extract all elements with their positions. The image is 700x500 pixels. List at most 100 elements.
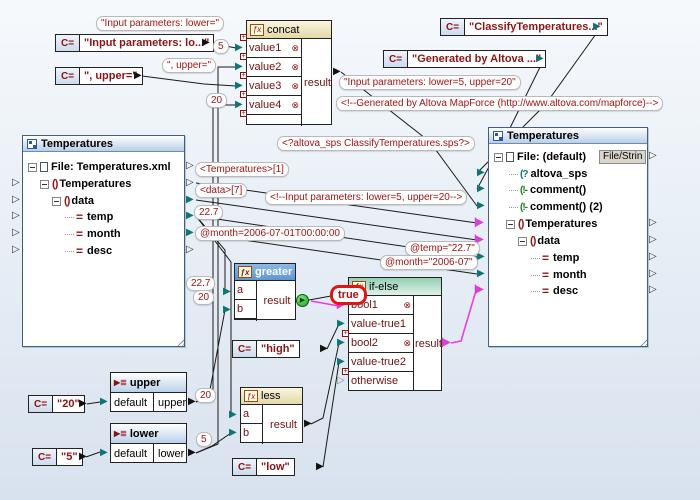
output-connector[interactable]: [649, 269, 657, 279]
output-connector-temp[interactable]: [186, 211, 194, 221]
input-connector-temperatures[interactable]: [474, 218, 483, 228]
input-connector-a[interactable]: [229, 410, 237, 420]
function-input-row[interactable]: b: [241, 424, 262, 443]
constant-comma-upper[interactable]: C= ", upper=": [55, 67, 143, 85]
function-input-row[interactable]: value-true2: [349, 353, 413, 372]
output-connector-temperatures[interactable]: [186, 178, 194, 188]
tree-row-desc[interactable]: desc: [531, 283, 578, 299]
input-connector-default[interactable]: [100, 397, 108, 407]
add-icon[interactable]: [240, 34, 247, 41]
input-connector[interactable]: [12, 245, 20, 255]
input-connector-bool2[interactable]: [337, 338, 345, 348]
constant-five[interactable]: C= "5": [32, 448, 83, 466]
function-input-row[interactable]: value3: [247, 77, 301, 96]
function-input-row[interactable]: bool2: [349, 334, 413, 353]
output-connector[interactable]: [79, 399, 87, 409]
function-input-row[interactable]: a: [241, 405, 262, 424]
collapse-minus-icon[interactable]: [518, 237, 527, 246]
constant-twenty[interactable]: C= "20": [28, 395, 85, 413]
output-connector[interactable]: [649, 151, 657, 161]
input-connector-value-true1[interactable]: [337, 319, 345, 329]
resize-grip[interactable]: [175, 337, 184, 346]
delete-icon[interactable]: [403, 301, 411, 310]
constant-input-params-lower[interactable]: C= "Input parameters: lo...": [55, 34, 214, 52]
input-connector-value-true2[interactable]: [337, 357, 345, 367]
variable-title-bar[interactable]: upper: [111, 373, 186, 393]
output-connector[interactable]: [202, 38, 210, 48]
input-connector[interactable]: [12, 178, 20, 188]
output-connector[interactable]: [649, 218, 657, 228]
add-icon[interactable]: [240, 72, 247, 79]
input-connector-b[interactable]: [229, 428, 237, 438]
delete-icon[interactable]: [291, 63, 299, 72]
function-title-bar[interactable]: ƒx less: [241, 388, 302, 405]
output-connector-file[interactable]: [186, 161, 194, 171]
function-input-row[interactable]: value1: [247, 39, 301, 58]
input-connector-comment2[interactable]: [477, 201, 485, 211]
input-connector-value2[interactable]: [235, 62, 243, 72]
add-icon[interactable]: [342, 330, 349, 337]
variable-input-cell[interactable]: default: [111, 393, 154, 412]
tree-row-temp[interactable]: temp: [531, 250, 579, 266]
output-connector[interactable]: [649, 285, 657, 295]
input-connector-value3[interactable]: [235, 81, 243, 91]
input-connector-comment1[interactable]: [477, 184, 485, 194]
function-title-bar[interactable]: ƒx greater: [235, 264, 295, 281]
tree-row-temperatures[interactable]: Temperatures: [40, 176, 131, 192]
resize-grip[interactable]: [638, 337, 647, 346]
function-input-row[interactable]: value-true1: [349, 315, 413, 334]
output-connector[interactable]: [593, 22, 601, 32]
component-title-bar[interactable]: Temperatures: [23, 136, 184, 152]
delete-icon[interactable]: [291, 44, 299, 53]
target-component-temperatures[interactable]: Temperatures File: (default) File/Strin …: [488, 127, 648, 347]
function-less[interactable]: ƒx less a b result: [240, 387, 303, 443]
delete-icon[interactable]: [403, 339, 411, 348]
variable-upper[interactable]: upper default upper: [110, 372, 187, 412]
output-connector-lower[interactable]: [188, 448, 196, 458]
variable-lower[interactable]: lower default lower: [110, 423, 187, 463]
play-value-indicator[interactable]: [296, 294, 309, 307]
function-input-row[interactable]: value2: [247, 58, 301, 77]
delete-icon[interactable]: [291, 101, 299, 110]
input-connector-a[interactable]: [223, 287, 231, 297]
add-icon[interactable]: [240, 110, 247, 117]
output-connector-result[interactable]: [441, 338, 450, 348]
output-connector[interactable]: [134, 71, 142, 81]
tree-row-altova-sps[interactable]: altova_sps: [509, 166, 587, 182]
input-connector-b[interactable]: [223, 305, 231, 315]
output-connector[interactable]: [649, 252, 657, 262]
input-connector-month[interactable]: [477, 269, 485, 279]
input-connector-default[interactable]: [100, 448, 108, 458]
output-connector-month[interactable]: [186, 228, 194, 238]
output-connector-data[interactable]: [186, 195, 194, 205]
output-connector[interactable]: [316, 462, 324, 472]
collapse-minus-icon[interactable]: [40, 180, 49, 189]
variable-input-cell[interactable]: default: [111, 444, 154, 463]
output-connector-desc[interactable]: [186, 245, 194, 255]
function-greater[interactable]: ƒx greater a b result: [234, 263, 296, 320]
input-connector-desc[interactable]: [474, 285, 483, 295]
constant-high[interactable]: C= "high": [232, 340, 300, 358]
tree-row-comment2[interactable]: comment() (2): [509, 199, 603, 215]
variable-output-cell[interactable]: lower: [155, 444, 187, 463]
function-input-row[interactable]: a: [235, 281, 256, 300]
tree-row-data[interactable]: data: [518, 233, 560, 249]
input-connector[interactable]: [12, 228, 20, 238]
collapse-minus-icon[interactable]: [494, 153, 503, 162]
input-connector-value1[interactable]: [235, 43, 243, 53]
tree-row-comment1[interactable]: comment(): [509, 182, 586, 198]
tree-row-file[interactable]: File: Temperatures.xml: [28, 159, 171, 175]
function-input-row[interactable]: otherwise: [349, 372, 413, 391]
variable-output-cell[interactable]: upper: [155, 393, 187, 412]
output-connector[interactable]: [79, 452, 87, 462]
input-connector-otherwise[interactable]: [337, 376, 345, 386]
collapse-minus-icon[interactable]: [506, 220, 515, 229]
file-string-button[interactable]: File/Strin: [599, 150, 646, 164]
source-component-temperatures[interactable]: Temperatures File: Temperatures.xml Temp…: [22, 135, 185, 347]
output-connector[interactable]: [536, 54, 544, 64]
tree-row-data[interactable]: data: [52, 193, 94, 209]
tree-row-file-default[interactable]: File: (default): [494, 149, 586, 165]
constant-low[interactable]: C= "low": [232, 458, 295, 476]
variable-title-bar[interactable]: lower: [111, 424, 186, 444]
input-connector-altova-sps[interactable]: [477, 168, 485, 178]
